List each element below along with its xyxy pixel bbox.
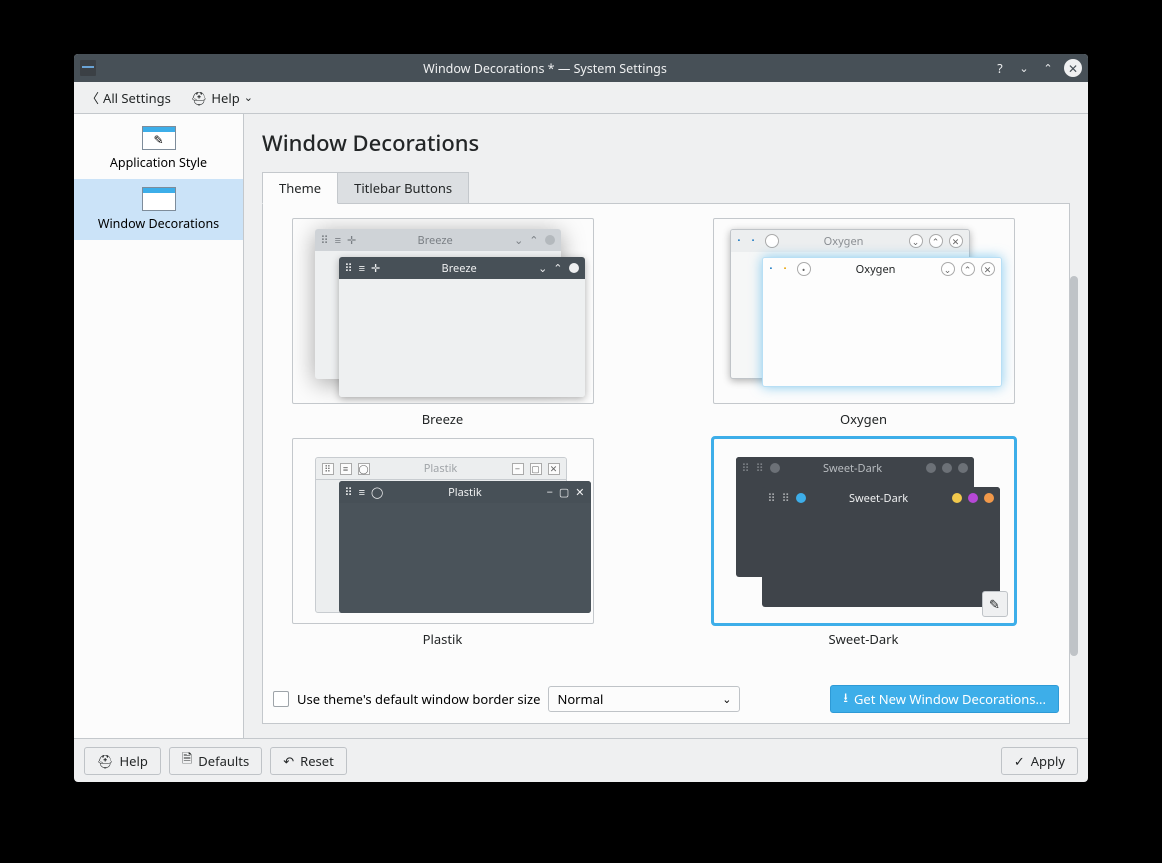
- preview-title: Plastik: [389, 485, 540, 500]
- border-size-select[interactable]: Normal ⌄: [548, 686, 740, 712]
- chevron-down-icon: ⌄: [722, 692, 731, 707]
- preview-title: Breeze: [386, 261, 532, 276]
- defaults-button[interactable]: 🗎 Defaults: [169, 747, 262, 775]
- sidebar-item-application-style[interactable]: Application Style: [74, 118, 243, 179]
- chevron-down-icon: ⌄: [244, 90, 253, 105]
- toolbar: 〈 All Settings ⛑ Help ⌄: [74, 82, 1088, 114]
- theme-name-label: Plastik: [277, 630, 608, 648]
- theme-cell-breeze[interactable]: ⠿≡✛ Breeze ⌄⌃ ⠿≡✛ Breeze: [277, 218, 608, 428]
- reset-label: Reset: [300, 752, 334, 770]
- reset-button[interactable]: ↶ Reset: [270, 747, 347, 775]
- apply-button[interactable]: ✓ Apply: [1001, 747, 1078, 775]
- theme-thumbnail: ⠿≡◯ Plastik −▢✕ ⠿≡◯ Plastik: [292, 438, 594, 624]
- theme-thumbnail: ⠿⠿ Sweet-Dark: [713, 438, 1015, 624]
- all-settings-label: All Settings: [103, 89, 171, 107]
- body: Application Style Window Decorations Win…: [74, 114, 1088, 738]
- footer: ⛑ Help 🗎 Defaults ↶ Reset ✓ Apply: [74, 738, 1088, 782]
- help-menu-button[interactable]: ⛑ Help ⌄: [187, 87, 257, 109]
- theme-grid[interactable]: ⠿≡✛ Breeze ⌄⌃ ⠿≡✛ Breeze: [273, 214, 1059, 677]
- preview-title: Plastik: [376, 461, 506, 476]
- border-size-value: Normal: [557, 690, 603, 708]
- theme-cell-oxygen[interactable]: ⠂⠂ Oxygen ⌄⌃✕ ⠂⠂ •: [698, 218, 1029, 428]
- close-button[interactable]: ✕: [1064, 59, 1082, 77]
- theme-name-label: Breeze: [277, 410, 608, 428]
- help-titlebar-button[interactable]: ?: [989, 57, 1011, 79]
- scrollbar[interactable]: [1070, 276, 1078, 696]
- theme-thumbnail: ⠂⠂ Oxygen ⌄⌃✕ ⠂⠂ •: [713, 218, 1015, 404]
- help-label: Help: [211, 89, 239, 107]
- get-new-decorations-button[interactable]: ⭳ Get New Window Decorations...: [830, 685, 1059, 713]
- help-icon: ⛑: [97, 752, 114, 770]
- reset-icon: ↶: [283, 752, 294, 770]
- theme-name-label: Sweet-Dark: [698, 630, 1029, 648]
- application-style-icon: [142, 126, 176, 150]
- download-icon: ⭳: [843, 688, 848, 711]
- tab-bar: Theme Titlebar Buttons: [262, 172, 1070, 204]
- checkbox-label: Use theme's default window border size: [297, 690, 540, 708]
- edit-theme-button[interactable]: ✎: [982, 591, 1008, 617]
- scrollbar-handle[interactable]: [1070, 276, 1078, 656]
- window-title: Window Decorations * — System Settings: [102, 60, 988, 77]
- sidebar: Application Style Window Decorations: [74, 114, 244, 738]
- theme-cell-plastik[interactable]: ⠿≡◯ Plastik −▢✕ ⠿≡◯ Plastik: [277, 438, 608, 648]
- tab-titlebar-buttons[interactable]: Titlebar Buttons: [337, 172, 469, 203]
- sidebar-item-label: Window Decorations: [78, 215, 239, 232]
- all-settings-button[interactable]: 〈 All Settings: [82, 86, 175, 109]
- titlebar: Window Decorations * — System Settings ?…: [74, 54, 1088, 82]
- preview-title: Sweet-Dark: [812, 491, 946, 506]
- sidebar-item-window-decorations[interactable]: Window Decorations: [74, 179, 243, 240]
- help-icon: ⛑: [191, 89, 208, 107]
- help-button[interactable]: ⛑ Help: [84, 747, 161, 775]
- help-label: Help: [120, 752, 148, 770]
- apply-label: Apply: [1031, 752, 1065, 770]
- theme-cell-sweet-dark[interactable]: ⠿⠿ Sweet-Dark: [698, 438, 1029, 648]
- theme-name-label: Oxygen: [698, 410, 1029, 428]
- check-icon: ✓: [1014, 752, 1025, 770]
- app-icon: [80, 60, 96, 76]
- defaults-label: Defaults: [198, 752, 249, 770]
- settings-window: Window Decorations * — System Settings ?…: [74, 54, 1088, 782]
- preview-title: Breeze: [362, 233, 508, 248]
- panel-footer: Use theme's default window border size N…: [273, 677, 1059, 713]
- page-title: Window Decorations: [262, 128, 1070, 158]
- back-icon: 〈: [86, 88, 99, 107]
- defaults-icon: 🗎: [182, 749, 192, 772]
- minimize-button[interactable]: ⌄: [1013, 57, 1035, 79]
- preview-title: Oxygen: [817, 262, 935, 277]
- theme-thumbnail: ⠿≡✛ Breeze ⌄⌃ ⠿≡✛ Breeze: [292, 218, 594, 404]
- sidebar-item-label: Application Style: [78, 154, 239, 171]
- content: Window Decorations Theme Titlebar Button…: [244, 114, 1088, 738]
- tab-theme[interactable]: Theme: [262, 172, 338, 204]
- get-new-label: Get New Window Decorations...: [854, 690, 1046, 708]
- theme-panel: ⠿≡✛ Breeze ⌄⌃ ⠿≡✛ Breeze: [262, 204, 1070, 724]
- preview-title: Oxygen: [785, 234, 903, 249]
- maximize-button[interactable]: ⌃: [1037, 57, 1059, 79]
- use-default-border-checkbox[interactable]: [273, 691, 289, 707]
- window-decorations-icon: [142, 187, 176, 211]
- preview-title: Sweet-Dark: [786, 461, 920, 476]
